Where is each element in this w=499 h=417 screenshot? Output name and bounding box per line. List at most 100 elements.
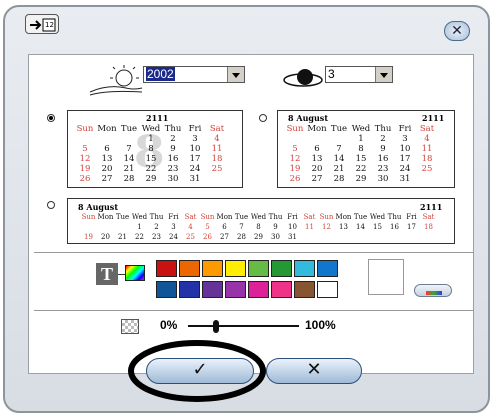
day-cell: 3 — [402, 134, 408, 144]
layout-radio-3[interactable] — [47, 201, 55, 209]
day-cell: 7 — [126, 144, 132, 154]
chevron-down-icon[interactable] — [227, 67, 244, 82]
day-cell: 10 — [189, 144, 201, 154]
weekday-label: Thu — [268, 213, 283, 221]
day-cell: 19 — [79, 164, 91, 174]
close-icon: ✕ — [306, 359, 322, 380]
day-cell: 13 — [101, 154, 113, 164]
weekday-label: Sat — [303, 213, 316, 221]
weekday-label: Fri — [168, 213, 179, 221]
calendar-month-heading: 8 August — [288, 113, 329, 123]
day-cell: 22 — [135, 233, 144, 241]
calendar-icon[interactable]: 12 — [25, 14, 59, 34]
svg-text:12: 12 — [45, 21, 54, 29]
day-cell — [386, 232, 403, 242]
divider — [34, 252, 474, 253]
calendar-preview-2[interactable]: 8 August 2111 Sun Mon Tue Wed Thu Fri Sat 1 2 3 4 5… — [277, 110, 455, 188]
day-cell: 8 — [358, 144, 364, 154]
calendar-preview-1[interactable]: 2111 8 Sun Mon Tue Wed Thu Fri Sat 1 2 3 4 5 6 7 8 9 10 1… — [67, 110, 243, 188]
opacity-slider-track[interactable] — [188, 325, 299, 327]
day-cell: 3 — [171, 223, 176, 231]
day-cell: 2 — [380, 134, 386, 144]
weekday-label: Mon — [216, 213, 233, 221]
color-swatch[interactable] — [156, 281, 177, 298]
color-swatch[interactable] — [179, 281, 200, 298]
color-swatch[interactable] — [156, 260, 177, 277]
color-swatch[interactable] — [202, 281, 223, 298]
day-cell: 6 — [104, 144, 110, 154]
day-cell: 2 — [154, 223, 159, 231]
weekday-label: Tue — [353, 213, 368, 221]
day-cell: 7 — [336, 144, 342, 154]
color-palette — [156, 260, 346, 300]
text-color-icon[interactable]: T — [96, 263, 118, 285]
calendar-grid: Sun Mon Tue Wed Thu Fri Sat 1 2 3 4 5 6 7 8 9 10 11 12 13 14… — [284, 124, 438, 184]
color-swatch[interactable] — [248, 260, 269, 277]
weekday-label: Fri — [188, 124, 202, 134]
color-preview — [368, 259, 404, 295]
day-cell: 24 — [189, 164, 201, 174]
weekday-label: Wed — [131, 213, 148, 221]
palette-button[interactable] — [414, 284, 452, 297]
color-swatch[interactable] — [317, 260, 338, 277]
day-cell: 21 — [123, 164, 135, 174]
weekday-label: Thu — [374, 124, 392, 134]
color-swatch[interactable] — [294, 260, 315, 277]
day-cell: 25 — [186, 233, 195, 241]
day-cell: 28 — [237, 233, 246, 241]
day-cell: 11 — [305, 223, 314, 231]
day-cell: 12 — [79, 154, 91, 164]
color-swatch[interactable] — [271, 281, 292, 298]
cancel-button[interactable]: ✕ — [266, 358, 362, 384]
weekday-label: Sun — [76, 124, 94, 134]
opacity-min-label: 0% — [160, 318, 178, 332]
day-cell: 9 — [273, 223, 278, 231]
color-swatch[interactable] — [179, 260, 200, 277]
layout-radio-1[interactable] — [47, 114, 55, 122]
chevron-down-icon[interactable] — [375, 67, 392, 82]
day-cell: 25 — [421, 164, 433, 174]
close-button[interactable]: ✕ — [444, 21, 470, 41]
month-combo[interactable]: 3 — [325, 66, 393, 83]
calendar-month-heading: 8 August — [78, 202, 119, 212]
weekday-label: Tue — [330, 124, 348, 134]
day-cell: 25 — [211, 164, 223, 174]
color-swatch[interactable] — [271, 260, 292, 277]
day-cell: 16 — [390, 223, 399, 231]
layout-radio-2[interactable] — [259, 114, 267, 122]
color-swatch[interactable] — [294, 281, 315, 298]
weekday-label: Mon — [97, 213, 114, 221]
day-cell — [328, 134, 350, 144]
day-cell: 30 — [271, 233, 280, 241]
day-cell: 28 — [123, 174, 135, 184]
color-swatch[interactable] — [225, 260, 246, 277]
day-cell — [352, 232, 369, 242]
calendar-preview-3[interactable]: 8 August 2111 Sun Mon Tue Wed Thu Fri Sat Sun Mo… — [67, 198, 455, 244]
day-cell: 12 — [289, 154, 301, 164]
day-cell: 24 — [399, 164, 411, 174]
weekday-label: Sat — [419, 124, 435, 134]
opacity-slider-thumb[interactable] — [212, 320, 219, 333]
color-swatch[interactable] — [225, 281, 246, 298]
color-swatch[interactable] — [248, 281, 269, 298]
weekday-label: Wed — [141, 124, 161, 134]
day-cell: 19 — [84, 233, 93, 241]
text-icon-letter: T — [100, 264, 113, 284]
weekday-label: Sun — [200, 213, 215, 221]
custom-color-icon[interactable] — [125, 265, 145, 281]
year-combo[interactable]: 2002 — [143, 66, 245, 83]
day-cell — [114, 222, 131, 232]
day-cell: 27 — [101, 174, 113, 184]
day-cell — [369, 232, 386, 242]
color-swatch[interactable] — [317, 281, 338, 298]
day-cell: 11 — [211, 144, 223, 154]
day-cell — [96, 134, 118, 144]
day-cell: 16 — [377, 154, 389, 164]
weekday-label: Mon — [335, 213, 352, 221]
day-cell: 15 — [373, 223, 382, 231]
day-cell: 4 — [188, 223, 193, 231]
day-cell: 8 — [148, 144, 154, 154]
day-cell — [301, 232, 318, 242]
color-swatch[interactable] — [202, 260, 223, 277]
ok-button[interactable]: ✓ — [146, 358, 254, 384]
